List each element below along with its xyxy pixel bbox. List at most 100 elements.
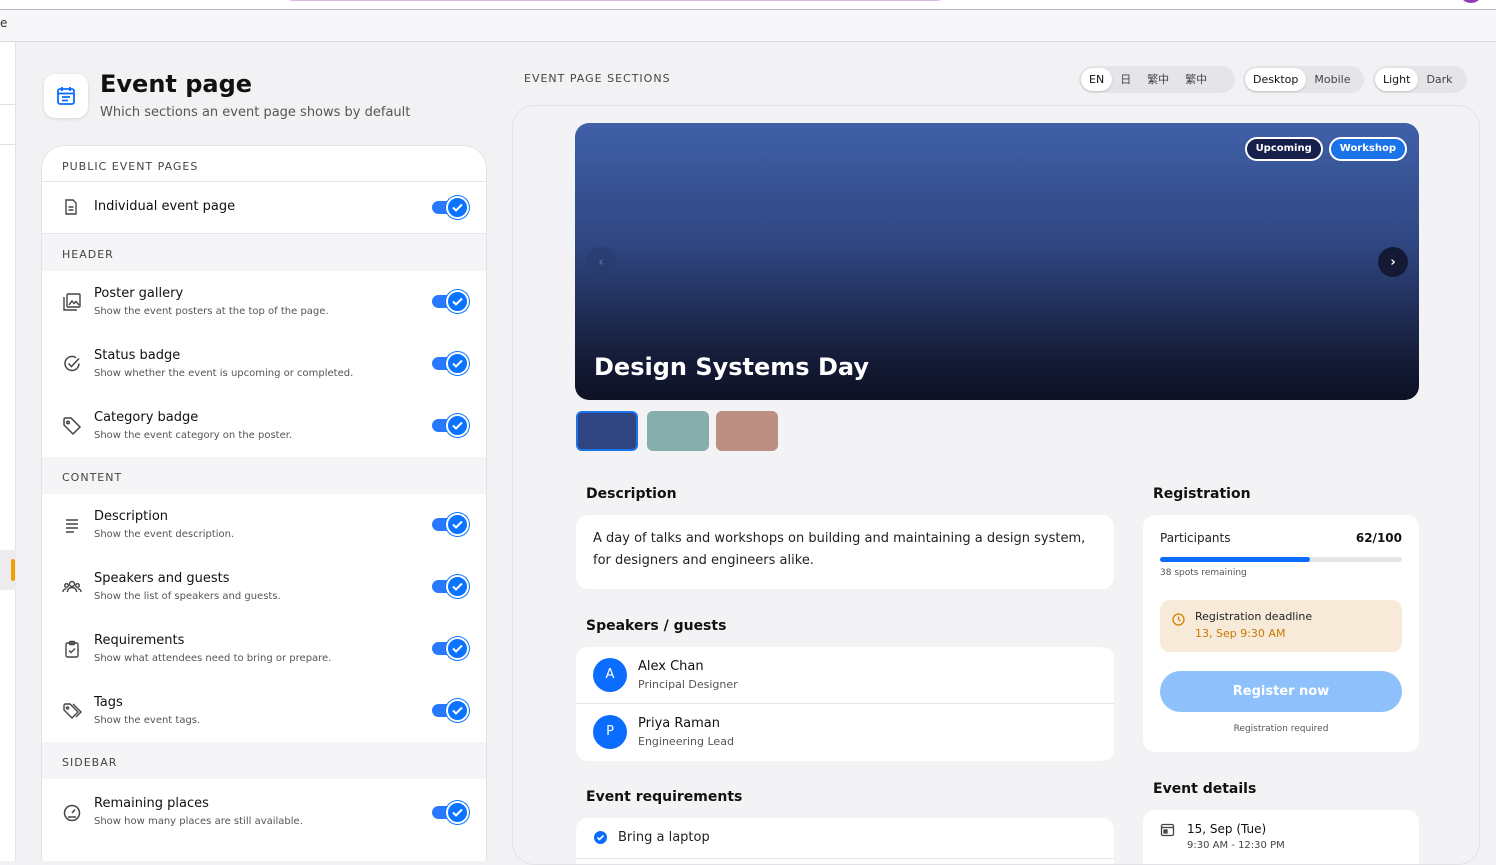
- setting-requirements: Requirements Show what attendees need to…: [42, 618, 486, 680]
- toggle-switch[interactable]: [432, 414, 469, 437]
- nav-active-item[interactable]: [0, 550, 16, 590]
- speaker-role: Engineering Lead: [638, 735, 734, 748]
- setting-speakers-and-guests: Speakers and guests Show the list of spe…: [42, 556, 486, 618]
- setting-description-text: Show what attendees need to bring or pre…: [94, 653, 332, 664]
- setting-title: Status badge: [94, 348, 181, 363]
- avatar: A: [593, 658, 627, 692]
- deadline-value: 13, Sep 9:30 AM: [1195, 627, 1286, 640]
- nav-divider: [0, 104, 15, 105]
- cut-off-text: e: [0, 16, 8, 30]
- device-option-mobile[interactable]: Mobile: [1306, 68, 1358, 91]
- description-heading: Description: [586, 486, 677, 502]
- status-badge: Upcoming: [1244, 137, 1323, 161]
- page-subtitle: Which sections an event page shows by de…: [100, 105, 411, 120]
- toggle-switch[interactable]: [432, 352, 469, 375]
- event-details-heading: Event details: [1153, 781, 1257, 797]
- chevron-right-icon[interactable]: ›: [1378, 247, 1408, 277]
- language-option-zh-hant[interactable]: 繁中: [1139, 68, 1177, 91]
- participants-count: 62/100: [1355, 531, 1402, 545]
- registration-heading: Registration: [1153, 486, 1251, 502]
- poster-thumbnail[interactable]: [647, 411, 709, 451]
- clipboard-check-icon: [62, 639, 82, 659]
- setting-description-text: Show the event description.: [94, 529, 235, 540]
- setting-title: Requirements: [94, 633, 185, 648]
- check-circle-icon: [593, 830, 608, 849]
- event-page-preview: Upcoming Workshop ‹ › Design Systems Day…: [512, 105, 1480, 865]
- device-option-desktop[interactable]: Desktop: [1245, 68, 1307, 91]
- language-option-zh-hant-2[interactable]: 繁中: [1177, 68, 1215, 91]
- description-text: A day of talks and workshops on building…: [593, 531, 1086, 568]
- language-option-en[interactable]: EN: [1081, 68, 1113, 91]
- deadline-label: Registration deadline: [1195, 610, 1313, 623]
- setting-poster-gallery: Poster gallery Show the event posters at…: [42, 271, 486, 333]
- participants-progress-bar: [1160, 557, 1402, 562]
- setting-description-text: Show the list of speakers and guests.: [94, 591, 281, 602]
- section-label-sidebar: SIDEBAR: [42, 742, 486, 779]
- theme-option-dark[interactable]: Dark: [1418, 68, 1460, 91]
- registration-card: Participants 62/100 38 spots remaining R…: [1143, 515, 1419, 752]
- setting-title: Description: [94, 509, 169, 524]
- document-icon: [62, 198, 82, 218]
- section-label-content: CONTENT: [42, 457, 486, 494]
- participants-label: Participants: [1160, 531, 1231, 545]
- setting-description: Show whether the event is upcoming or co…: [94, 368, 354, 379]
- event-details-card: 15, Sep (Tue) 9:30 AM - 12:30 PM: [1143, 810, 1419, 864]
- setting-description: Show the event category on the poster.: [94, 430, 293, 441]
- browser-top-bar: e: [0, 0, 1496, 42]
- browser-tab-strip: [0, 0, 1496, 10]
- event-title: Design Systems Day: [594, 353, 869, 381]
- setting-individual-event-page: Individual event page: [42, 182, 486, 234]
- speaker-name: Alex Chan: [638, 659, 704, 674]
- toggle-switch[interactable]: [432, 637, 469, 660]
- setting-title: Speakers and guests: [94, 571, 230, 586]
- speaker-row[interactable]: P Priya Raman Engineering Lead: [576, 704, 1114, 761]
- address-bar[interactable]: [285, 0, 945, 1]
- register-button[interactable]: Register now: [1160, 671, 1402, 712]
- setting-title: Individual event page: [94, 199, 236, 214]
- poster-thumbnail[interactable]: [716, 411, 778, 451]
- setting-remaining-places: Remaining places Show how many places ar…: [42, 779, 486, 849]
- section-label-public: PUBLIC EVENT PAGES: [42, 146, 486, 182]
- setting-tags: Tags Show the event tags.: [42, 680, 486, 742]
- calendar-icon: [1160, 822, 1175, 841]
- tag-icon: [62, 416, 82, 436]
- active-indicator: [11, 559, 15, 581]
- preview-section-label: EVENT PAGE SECTIONS: [524, 72, 671, 85]
- toggle-switch[interactable]: [432, 196, 469, 219]
- requirement-item: Bring a laptop: [618, 830, 710, 845]
- poster-thumbnail[interactable]: [576, 411, 638, 451]
- toggle-switch[interactable]: [432, 699, 469, 722]
- category-badge: Workshop: [1328, 137, 1407, 161]
- speaker-role: Principal Designer: [638, 678, 738, 691]
- requirements-heading: Event requirements: [586, 789, 743, 805]
- requirements-card: Bring a laptop: [576, 818, 1114, 864]
- speaker-row[interactable]: A Alex Chan Principal Designer: [576, 647, 1114, 704]
- setting-title: Category badge: [94, 410, 199, 425]
- clock-icon: [1172, 611, 1185, 630]
- check-circle-icon: [62, 354, 82, 374]
- calendar-icon: [44, 74, 88, 118]
- setting-description: Description Show the event description.: [42, 494, 486, 556]
- toggle-switch[interactable]: [432, 801, 469, 824]
- people-icon: [62, 577, 82, 597]
- tags-icon: [62, 701, 82, 721]
- progress-fill: [1160, 557, 1311, 562]
- toggle-switch[interactable]: [432, 290, 469, 313]
- poster-badges: Upcoming Workshop: [1244, 137, 1407, 161]
- setting-status-badge: Status badge Show whether the event is u…: [42, 333, 486, 395]
- nav-divider: [0, 144, 15, 145]
- toggle-switch[interactable]: [432, 575, 469, 598]
- description-card: A day of talks and workshops on building…: [576, 515, 1114, 589]
- theme-option-light[interactable]: Light: [1375, 68, 1419, 91]
- speakers-card: A Alex Chan Principal Designer P Priya R…: [576, 647, 1114, 761]
- page-title: Event page: [100, 70, 253, 98]
- app-nav-strip: [0, 42, 16, 861]
- language-option-ja[interactable]: 日: [1112, 68, 1139, 91]
- setting-title: Poster gallery: [94, 286, 184, 301]
- event-time: 9:30 AM - 12:30 PM: [1187, 840, 1285, 851]
- speakers-heading: Speakers / guests: [586, 618, 727, 634]
- toggle-switch[interactable]: [432, 513, 469, 536]
- text-lines-icon: [62, 515, 82, 535]
- chevron-left-icon[interactable]: ‹: [586, 247, 616, 277]
- speaker-name: Priya Raman: [638, 716, 720, 731]
